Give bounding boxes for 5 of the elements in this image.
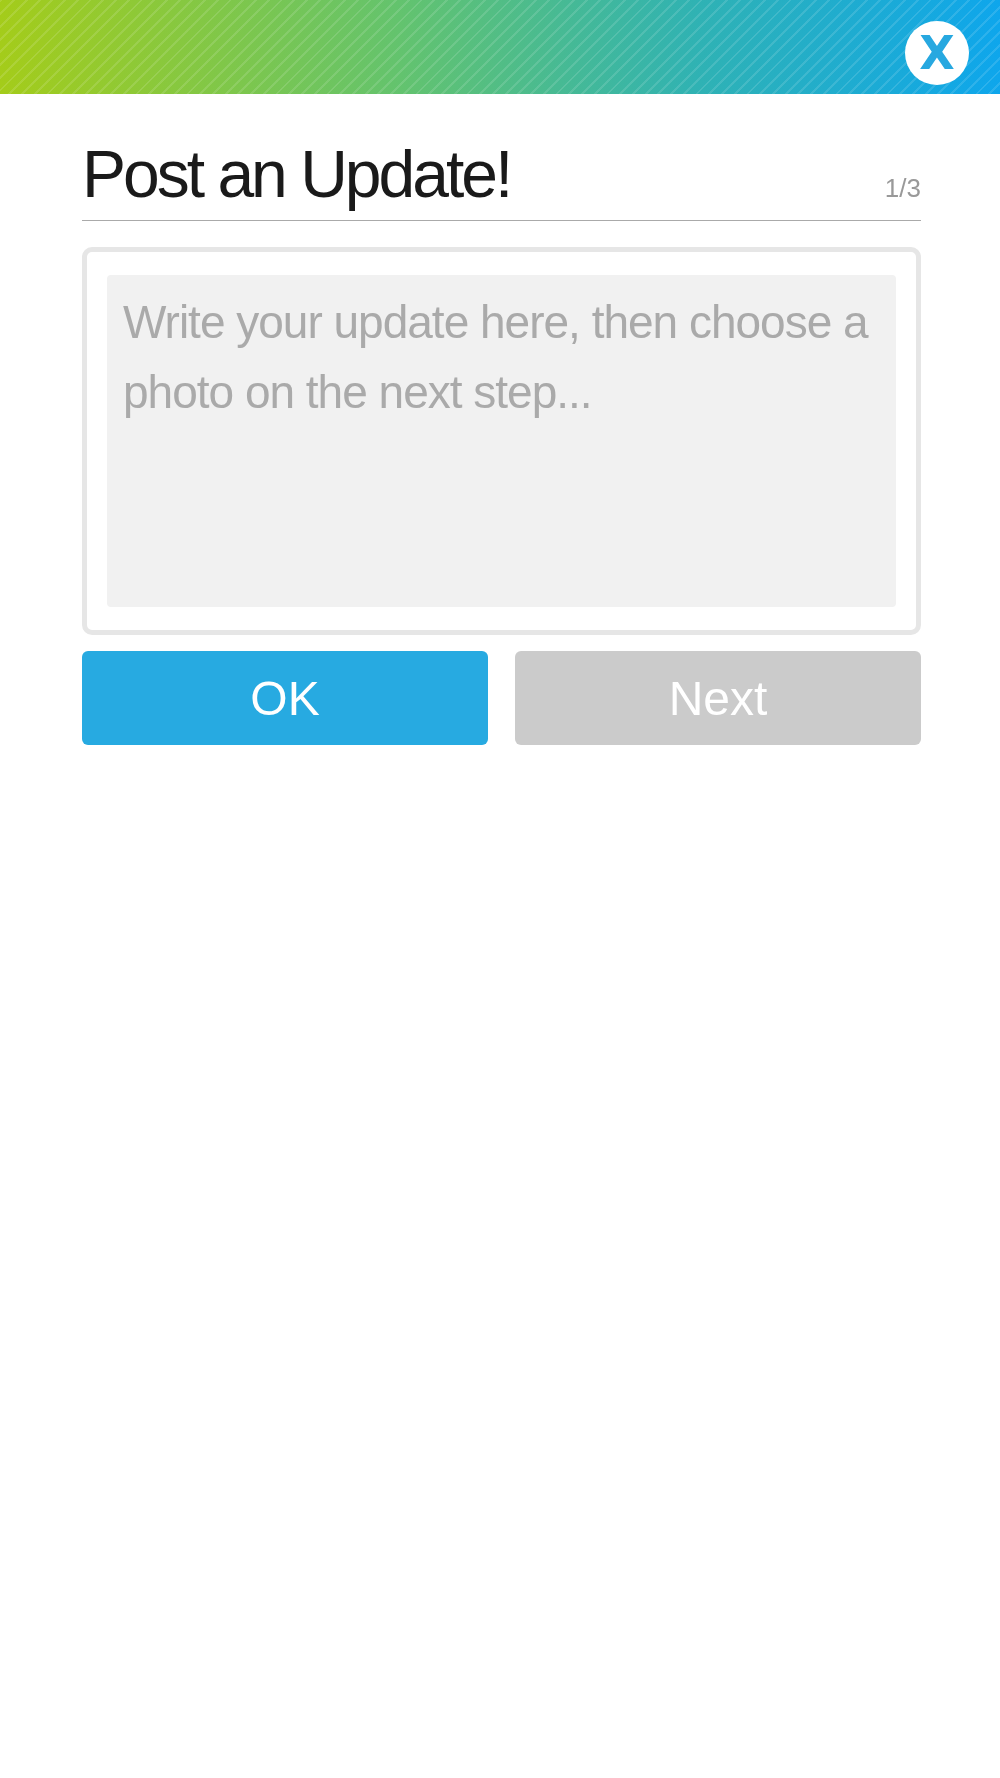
- step-counter: 1/3: [884, 173, 921, 204]
- page-title: Post an Update!: [82, 136, 511, 213]
- action-button[interactable]: OK: [82, 651, 488, 745]
- close-button[interactable]: X: [905, 21, 969, 85]
- update-field[interactable]: Write your update here, then choose a photo on the next step...: [107, 275, 896, 607]
